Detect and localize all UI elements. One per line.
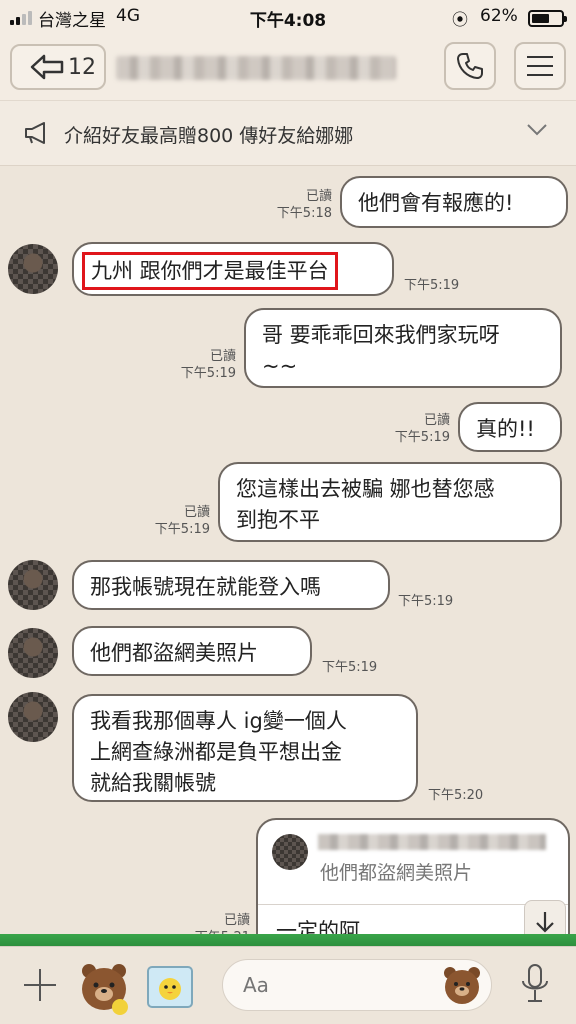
back-arrow-icon	[30, 54, 64, 80]
message-text: 真的!!	[476, 417, 535, 441]
incoming-message[interactable]: 我看我那個專人 ig變一個人 上網查綠洲都是負平想出金 就給我關帳號	[72, 694, 418, 802]
status-bar: 台灣之星 4G 下午4:08 ⦿ 62%	[0, 0, 576, 34]
read-receipt: 已讀	[305, 189, 332, 204]
contact-avatar[interactable]	[8, 628, 58, 678]
plus-icon[interactable]	[20, 965, 60, 1005]
message-text: 我看我那個專人 ig變一個人	[90, 709, 347, 733]
message-text: 就給我關帳號	[90, 771, 216, 795]
quote-divider	[258, 904, 568, 905]
message-text: 那我帳號現在就能登入嗎	[90, 575, 321, 599]
message-time: 下午5:19	[398, 594, 454, 609]
contact-avatar[interactable]	[8, 244, 58, 294]
call-button[interactable]	[444, 42, 496, 90]
message-time: 下午5:19	[322, 660, 378, 675]
incoming-message[interactable]: 九州 跟你們才是最佳平台	[72, 242, 394, 296]
input-bar	[0, 946, 576, 1024]
read-receipt: 已讀	[183, 505, 210, 520]
message-time: 下午5:19	[180, 366, 236, 381]
message-meta: 已讀 下午5:19	[166, 348, 236, 382]
chat-header: 12	[0, 34, 576, 100]
message-time: 下午5:19	[154, 522, 210, 537]
battery-icon	[528, 10, 567, 27]
message-text: 上網查綠洲都是負平想出金	[90, 740, 342, 764]
contact-avatar[interactable]	[8, 692, 58, 742]
incoming-message[interactable]: 他們都盜網美照片	[72, 626, 312, 676]
message-time: 下午5:20	[428, 788, 484, 803]
message-meta: 已讀 下午5:19	[380, 412, 450, 446]
quoted-name-blurred	[318, 834, 546, 850]
menu-button[interactable]	[514, 42, 566, 90]
incoming-message[interactable]: 那我帳號現在就能登入嗎	[72, 560, 390, 610]
message-time: 下午5:19	[404, 278, 460, 293]
bear-sticker-icon[interactable]	[76, 959, 132, 1015]
message-text: 到抱不平	[236, 508, 320, 532]
message-text: ~~	[262, 354, 298, 378]
outgoing-message[interactable]: 您這樣出去被騙 娜也替您感 到抱不平	[218, 462, 562, 542]
message-text: 您這樣出去被騙 娜也替您感	[236, 477, 495, 501]
rotation-lock-icon: ⦿	[452, 10, 469, 29]
message-text: 他們都盜網美照片	[90, 641, 258, 665]
chat-area[interactable]: 已讀 下午5:18 他們會有報應的! 九州 跟你們才是最佳平台 下午5:19 已…	[0, 166, 576, 954]
read-receipt: 已讀	[223, 913, 250, 928]
arrow-down-icon	[536, 912, 554, 933]
message-text: 哥 要乖乖回來我們家玩呀	[262, 323, 500, 347]
back-button[interactable]: 12	[10, 44, 106, 90]
quoted-text: 他們都盜網美照片	[320, 862, 473, 884]
divider-line	[0, 934, 576, 946]
outgoing-message[interactable]: 哥 要乖乖回來我們家玩呀 ~~	[244, 308, 562, 388]
menu-icon	[527, 56, 553, 76]
chevron-down-icon[interactable]	[526, 123, 548, 137]
read-receipt: 已讀	[423, 413, 450, 428]
quoted-avatar	[272, 834, 308, 870]
highlighted-message-text: 九州 跟你們才是最佳平台	[82, 252, 338, 290]
message-meta: 已讀 下午5:18	[262, 188, 332, 222]
message-meta: 已讀 下午5:19	[140, 504, 210, 538]
unread-count: 12	[68, 54, 96, 80]
message-time: 下午5:19	[394, 430, 450, 445]
message-text: 他們會有報應的!	[358, 191, 514, 215]
phone-icon	[457, 53, 483, 79]
outgoing-message[interactable]: 他們會有報應的!	[340, 176, 568, 228]
microphone-icon[interactable]	[520, 963, 550, 1005]
contact-name-blurred	[116, 56, 396, 80]
emoji-icon[interactable]	[440, 963, 484, 1007]
battery-percent: 62%	[480, 6, 518, 26]
photo-sticker-icon[interactable]	[144, 961, 196, 1013]
outgoing-message[interactable]: 真的!!	[458, 402, 562, 452]
megaphone-icon	[25, 122, 45, 144]
read-receipt: 已讀	[209, 349, 236, 364]
message-time: 下午5:18	[276, 206, 332, 221]
announcement-text: 介紹好友最高贈800 傳好友給娜娜	[64, 125, 354, 147]
contact-avatar[interactable]	[8, 560, 58, 610]
announcement-bar[interactable]: 介紹好友最高贈800 傳好友給娜娜	[0, 100, 576, 166]
